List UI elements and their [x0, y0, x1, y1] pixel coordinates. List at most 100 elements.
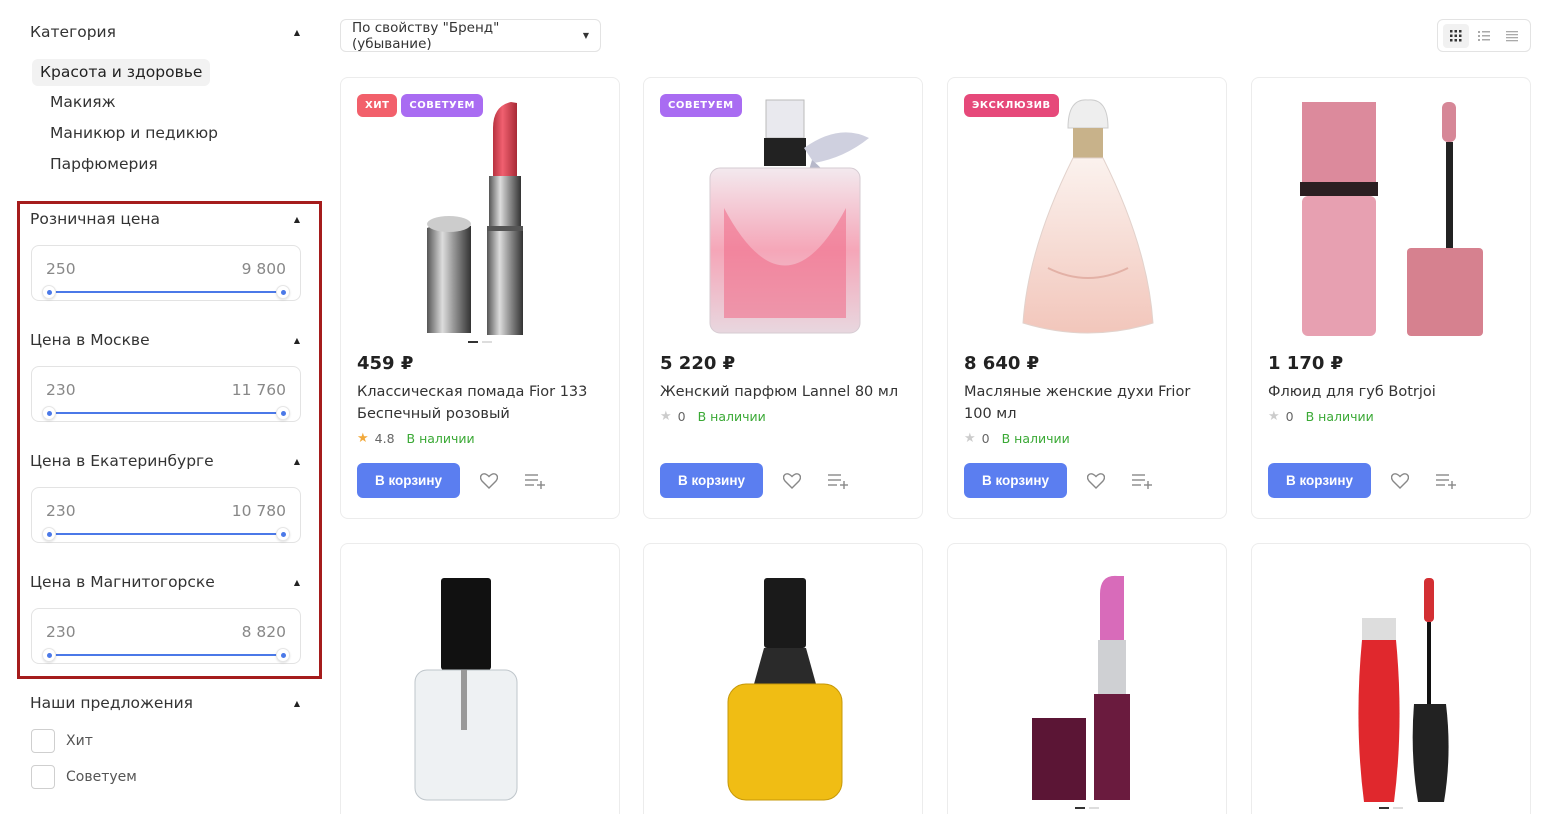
range-max-handle[interactable]: [276, 648, 290, 662]
checkbox[interactable]: [31, 729, 55, 753]
price-min-input[interactable]: 230: [46, 502, 76, 520]
compare-icon[interactable]: [826, 469, 850, 493]
compare-icon[interactable]: [1434, 469, 1458, 493]
price-filter-header-retail[interactable]: Розничная цена ▲: [30, 207, 302, 231]
range-min-handle[interactable]: [42, 648, 56, 662]
product-title[interactable]: Классическая помада Fior 133 Беспечный р…: [357, 381, 607, 425]
carousel-dot[interactable]: [1089, 807, 1099, 809]
star-icon: ★: [1268, 409, 1280, 424]
offer-option-recommend[interactable]: Советуем: [31, 765, 137, 789]
collapse-caret-icon[interactable]: ▲: [294, 578, 300, 587]
range-min-handle[interactable]: [42, 406, 56, 420]
range-min-handle[interactable]: [42, 527, 56, 541]
product-image-yellow-nail-polish[interactable]: [664, 554, 902, 814]
catalog-page: Категория ▲ Красота и здоровье Макияж Ма…: [0, 0, 1549, 814]
price-filter-title: Цена в Екатеринбурге: [30, 452, 214, 470]
product-image-perfume[interactable]: [664, 88, 902, 348]
stock-status: В наличии: [1305, 409, 1374, 424]
collapse-caret-icon[interactable]: ▲: [294, 457, 300, 466]
heart-icon[interactable]: [1388, 469, 1412, 493]
product-image-pink-lipstick[interactable]: [968, 554, 1206, 814]
category-item-perfume[interactable]: Парфюмерия: [50, 155, 158, 173]
category-item-makeup[interactable]: Макияж: [50, 93, 116, 111]
product-card[interactable]: [947, 543, 1227, 814]
product-image-lip-fluid[interactable]: [1272, 88, 1510, 348]
badge-hit: ХИТ: [357, 94, 398, 117]
carousel-dot[interactable]: [482, 341, 492, 343]
collapse-caret-icon[interactable]: ▲: [294, 336, 300, 345]
product-card[interactable]: ХИТ СОВЕТУЕМ 459 ₽ Классическая помада F…: [340, 77, 620, 519]
star-icon: ★: [357, 431, 369, 446]
carousel-dot[interactable]: [1393, 807, 1403, 809]
rating-value: 0: [677, 409, 686, 424]
collapse-caret-icon[interactable]: ▲: [294, 215, 300, 224]
price-filter-title: Цена в Москве: [30, 331, 150, 349]
add-to-cart-button[interactable]: В корзину: [660, 463, 763, 498]
product-image-clear-nail-polish[interactable]: [361, 554, 599, 814]
heart-icon[interactable]: [780, 469, 804, 493]
add-to-cart-button[interactable]: В корзину: [964, 463, 1067, 498]
checkbox[interactable]: [31, 765, 55, 789]
price-min-input[interactable]: 250: [46, 260, 76, 278]
product-card[interactable]: СОВЕТУЕМ 5 220 ₽ Женский парфюм Lannel 8…: [643, 77, 923, 519]
table-view-icon[interactable]: [1499, 24, 1525, 48]
offers-filter-header[interactable]: Наши предложения ▲: [30, 691, 302, 715]
price-min-input[interactable]: 230: [46, 623, 76, 641]
product-image-lipstick[interactable]: [361, 88, 599, 348]
product-image-oil-perfume[interactable]: [968, 88, 1206, 348]
product-meta: ★ 0 В наличии: [1268, 409, 1374, 424]
product-title[interactable]: Женский парфюм Lannel 80 мл: [660, 381, 910, 403]
price-max-input[interactable]: 8 820: [242, 623, 286, 641]
price-max-input[interactable]: 10 780: [232, 502, 286, 520]
grid-view-icon[interactable]: [1443, 23, 1469, 48]
add-to-cart-button[interactable]: В корзину: [1268, 463, 1371, 498]
product-card[interactable]: [1251, 543, 1531, 814]
collapse-caret-icon[interactable]: ▲: [294, 699, 300, 708]
product-price: 8 640 ₽: [964, 353, 1040, 374]
price-min-input[interactable]: 230: [46, 381, 76, 399]
product-meta: ★ 0 В наличии: [964, 431, 1070, 446]
badge-group: ЭКСКЛЮЗИВ: [964, 94, 1059, 117]
heart-icon[interactable]: [477, 469, 501, 493]
carousel-dot-active[interactable]: [468, 341, 478, 343]
range-max-handle[interactable]: [276, 285, 290, 299]
price-filter-header-magnitogorsk[interactable]: Цена в Магнитогорске ▲: [30, 570, 302, 594]
sort-dropdown[interactable]: По свойству "Бренд" (убывание) ▼: [340, 19, 601, 52]
product-title[interactable]: Масляные женские духи Frior 100 мл: [964, 381, 1214, 425]
compare-icon[interactable]: [523, 469, 547, 493]
checkbox-label: Хит: [66, 733, 93, 749]
product-image-red-lip-gloss[interactable]: [1272, 554, 1510, 814]
range-min-handle[interactable]: [42, 285, 56, 299]
rating-value: 4.8: [374, 431, 395, 446]
price-max-input[interactable]: 11 760: [232, 381, 286, 399]
carousel-dots[interactable]: [341, 341, 619, 343]
range-max-handle[interactable]: [276, 406, 290, 420]
carousel-dot-active[interactable]: [1379, 807, 1389, 809]
carousel-dots[interactable]: [948, 807, 1226, 809]
carousel-dot-active[interactable]: [1075, 807, 1085, 809]
add-to-cart-button[interactable]: В корзину: [357, 463, 460, 498]
heart-icon[interactable]: [1084, 469, 1108, 493]
range-track: [49, 533, 283, 535]
product-title[interactable]: Флюид для губ Botrjoi: [1268, 381, 1518, 403]
category-filter-header[interactable]: Категория ▲: [30, 20, 302, 44]
price-range-ekaterinburg: 230 10 780: [31, 487, 301, 543]
offers-filter-title: Наши предложения: [30, 694, 193, 712]
category-item-manicure[interactable]: Маникюр и педикюр: [50, 124, 218, 142]
range-max-handle[interactable]: [276, 527, 290, 541]
product-card[interactable]: [340, 543, 620, 814]
offer-option-hit[interactable]: Хит: [31, 729, 93, 753]
price-filter-header-ekaterinburg[interactable]: Цена в Екатеринбурге ▲: [30, 449, 302, 473]
compare-icon[interactable]: [1130, 469, 1154, 493]
product-card[interactable]: [643, 543, 923, 814]
collapse-caret-icon[interactable]: ▲: [294, 28, 300, 37]
price-filter-header-moscow[interactable]: Цена в Москве ▲: [30, 328, 302, 352]
sort-label: По свойству "Бренд" (убывание): [352, 19, 500, 52]
price-max-input[interactable]: 9 800: [242, 260, 286, 278]
category-item-active[interactable]: Красота и здоровье: [32, 59, 211, 86]
list-view-icon[interactable]: [1471, 24, 1497, 48]
product-card[interactable]: 1 170 ₽ Флюид для губ Botrjoi ★ 0 В нали…: [1251, 77, 1531, 519]
product-card[interactable]: ЭКСКЛЮЗИВ 8 640 ₽ Масляные женские духи …: [947, 77, 1227, 519]
carousel-dots[interactable]: [1252, 807, 1530, 809]
badge-recommend: СОВЕТУЕМ: [401, 94, 484, 117]
